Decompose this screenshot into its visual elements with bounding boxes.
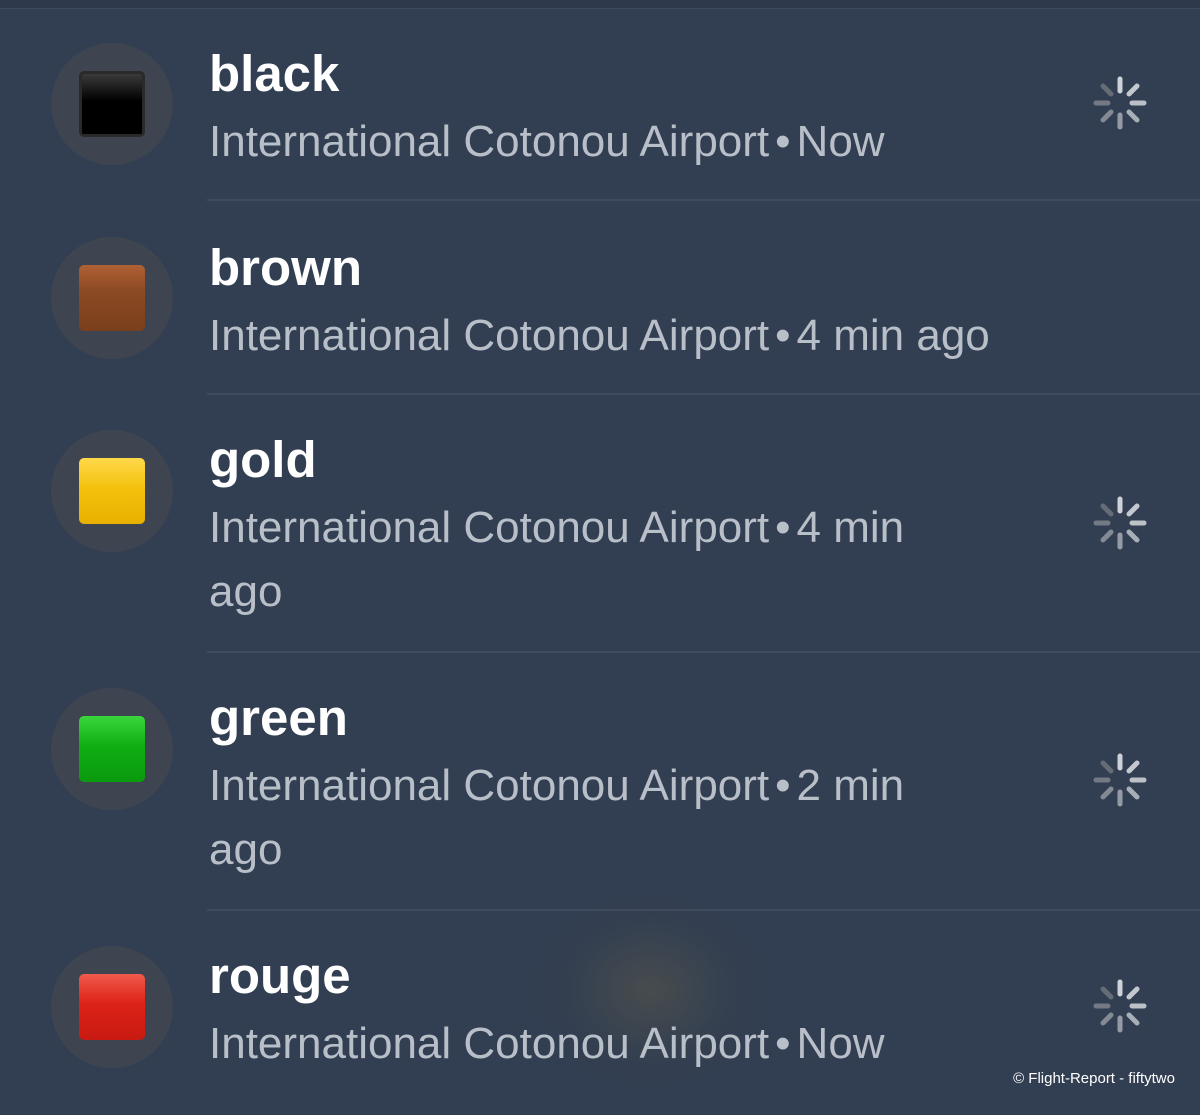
location-text: International Cotonou Airport — [209, 1019, 770, 1068]
separator-dot: • — [775, 503, 791, 552]
notification-subtitle: International Cotonou Airport • Now — [209, 110, 885, 174]
icon-circle — [51, 237, 173, 359]
brown-square-icon — [79, 265, 145, 331]
loading-spinner-icon — [1093, 76, 1147, 130]
separator-dot: • — [775, 761, 791, 810]
location-text: International Cotonou Airport — [209, 761, 770, 810]
loading-spinner-icon — [1093, 496, 1147, 550]
separator-dot: • — [775, 311, 791, 360]
notification-title: rouge — [209, 947, 351, 1004]
loading-spinner-icon — [1093, 979, 1147, 1033]
time-text: 4 min ago — [796, 311, 990, 360]
notification-title: green — [209, 689, 348, 746]
notification-item[interactable]: black International Cotonou Airport • Now — [0, 0, 1200, 200]
separator-dot: • — [775, 1019, 791, 1068]
black-square-icon — [79, 71, 145, 137]
notification-subtitle: International Cotonou Airport • Now — [209, 1012, 885, 1076]
notification-subtitle: International Cotonou Airport • 4 min ago — [209, 304, 990, 368]
notification-title: gold — [209, 431, 317, 488]
location-text: International Cotonou Airport — [209, 503, 770, 552]
notification-title: brown — [209, 239, 362, 296]
notification-subtitle: International Cotonou Airport • 4 min ago — [209, 496, 969, 624]
location-text: International Cotonou Airport — [209, 311, 770, 360]
loading-spinner-icon — [1093, 753, 1147, 807]
icon-circle — [51, 43, 173, 165]
time-text: Now — [796, 1019, 885, 1068]
notification-subtitle: International Cotonou Airport • 2 min ago — [209, 754, 969, 882]
time-text: Now — [796, 117, 885, 166]
watermark-credit: © Flight-Report - fiftytwo — [1013, 1070, 1175, 1087]
red-square-icon — [79, 974, 145, 1040]
separator-dot: • — [775, 117, 791, 166]
yellow-square-icon — [79, 458, 145, 524]
icon-circle — [51, 430, 173, 552]
notification-item[interactable]: gold International Cotonou Airport • 4 min… — [0, 394, 1200, 651]
notification-item[interactable]: green International Cotonou Airport • 2 mi… — [0, 652, 1200, 909]
green-square-icon — [79, 716, 145, 782]
notification-list: black International Cotonou Airport • Now … — [0, 0, 1200, 1115]
location-text: International Cotonou Airport — [209, 117, 770, 166]
notification-title: black — [209, 45, 340, 102]
notification-item[interactable]: brown International Cotonou Airport • 4 mi… — [0, 200, 1200, 393]
icon-circle — [51, 946, 173, 1068]
icon-circle — [51, 688, 173, 810]
